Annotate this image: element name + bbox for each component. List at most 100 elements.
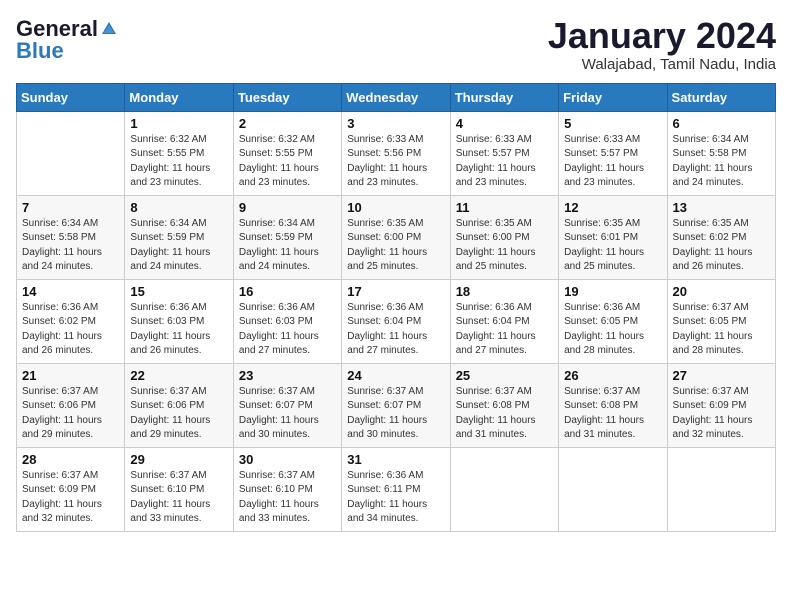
day-header-sunday: Sunday <box>17 83 125 111</box>
calendar-cell: 22Sunrise: 6:37 AM Sunset: 6:06 PM Dayli… <box>125 363 233 447</box>
day-info: Sunrise: 6:36 AM Sunset: 6:04 PM Dayligh… <box>347 301 444 359</box>
day-number: 19 <box>564 284 661 299</box>
day-number: 26 <box>564 368 661 383</box>
day-info: Sunrise: 6:34 AM Sunset: 5:59 PM Dayligh… <box>239 217 336 275</box>
day-info: Sunrise: 6:37 AM Sunset: 6:07 PM Dayligh… <box>347 385 444 443</box>
calendar-cell <box>559 447 667 531</box>
calendar-week-5: 28 Sunrise: 6:37 AM Sunset: 6:09 PM Dayli… <box>17 447 776 531</box>
calendar-cell: 9 Sunrise: 6:34 AM Sunset: 5:59 PM Daylig… <box>233 195 341 279</box>
day-number: 16 <box>239 284 336 299</box>
calendar-cell: 24 Sunrise: 6:37 AM Sunset: 6:07 PM Dayli… <box>342 363 450 447</box>
calendar-cell: 30Sunrise: 6:37 AM Sunset: 6:10 PM Dayli… <box>233 447 341 531</box>
day-number: 13 <box>673 200 770 215</box>
day-info: Sunrise: 6:36 AM Sunset: 6:02 PM Dayligh… <box>22 301 119 359</box>
day-number: 17 <box>347 284 444 299</box>
calendar-cell: 26 Sunrise: 6:37 AM Sunset: 6:08 PM Dayli… <box>559 363 667 447</box>
day-number: 21 <box>22 368 119 383</box>
calendar-cell: 13 Sunrise: 6:35 AM Sunset: 6:02 PM Dayli… <box>667 195 775 279</box>
calendar-cell: 17 Sunrise: 6:36 AM Sunset: 6:04 PM Dayli… <box>342 279 450 363</box>
day-info: Sunrise: 6:36 AM Sunset: 6:05 PM Dayligh… <box>564 301 661 359</box>
calendar-cell: 2 Sunrise: 6:32 AM Sunset: 5:55 PM Daylig… <box>233 111 341 195</box>
calendar-week-3: 14 Sunrise: 6:36 AM Sunset: 6:02 PM Dayli… <box>17 279 776 363</box>
day-info: Sunrise: 6:33 AM Sunset: 5:57 PM Dayligh… <box>564 133 661 191</box>
calendar-cell: 1 Sunrise: 6:32 AM Sunset: 5:55 PM Daylig… <box>125 111 233 195</box>
calendar-cell: 12Sunrise: 6:35 AM Sunset: 6:01 PM Dayli… <box>559 195 667 279</box>
day-info: Sunrise: 6:34 AM Sunset: 5:58 PM Dayligh… <box>673 133 770 191</box>
calendar-cell: 25 Sunrise: 6:37 AM Sunset: 6:08 PM Dayli… <box>450 363 558 447</box>
day-number: 3 <box>347 116 444 131</box>
day-info: Sunrise: 6:37 AM Sunset: 6:06 PM Dayligh… <box>130 385 227 443</box>
day-number: 10 <box>347 200 444 215</box>
day-info: Sunrise: 6:34 AM Sunset: 5:59 PM Dayligh… <box>130 217 227 275</box>
calendar-cell: 23 Sunrise: 6:37 AM Sunset: 6:07 PM Dayli… <box>233 363 341 447</box>
day-info: Sunrise: 6:36 AM Sunset: 6:03 PM Dayligh… <box>130 301 227 359</box>
month-title: January 2024 <box>548 16 776 56</box>
day-info: Sunrise: 6:36 AM Sunset: 6:11 PM Dayligh… <box>347 469 444 527</box>
day-header-friday: Friday <box>559 83 667 111</box>
calendar-cell: 28 Sunrise: 6:37 AM Sunset: 6:09 PM Dayli… <box>17 447 125 531</box>
day-info: Sunrise: 6:37 AM Sunset: 6:07 PM Dayligh… <box>239 385 336 443</box>
day-header-monday: Monday <box>125 83 233 111</box>
day-number: 14 <box>22 284 119 299</box>
day-info: Sunrise: 6:34 AM Sunset: 5:58 PM Dayligh… <box>22 217 119 275</box>
logo: General Blue <box>16 16 118 64</box>
day-number: 7 <box>22 200 119 215</box>
day-info: Sunrise: 6:33 AM Sunset: 5:56 PM Dayligh… <box>347 133 444 191</box>
day-info: Sunrise: 6:35 AM Sunset: 6:01 PM Dayligh… <box>564 217 661 275</box>
calendar-cell: 6Sunrise: 6:34 AM Sunset: 5:58 PM Daylig… <box>667 111 775 195</box>
day-number: 8 <box>130 200 227 215</box>
calendar-cell <box>450 447 558 531</box>
calendar-body: 1 Sunrise: 6:32 AM Sunset: 5:55 PM Daylig… <box>17 111 776 531</box>
day-info: Sunrise: 6:37 AM Sunset: 6:08 PM Dayligh… <box>564 385 661 443</box>
day-info: Sunrise: 6:37 AM Sunset: 6:09 PM Dayligh… <box>673 385 770 443</box>
calendar-cell <box>17 111 125 195</box>
day-info: Sunrise: 6:36 AM Sunset: 6:04 PM Dayligh… <box>456 301 553 359</box>
day-info: Sunrise: 6:35 AM Sunset: 6:00 PM Dayligh… <box>347 217 444 275</box>
calendar-cell: 29Sunrise: 6:37 AM Sunset: 6:10 PM Dayli… <box>125 447 233 531</box>
calendar-cell: 3 Sunrise: 6:33 AM Sunset: 5:56 PM Daylig… <box>342 111 450 195</box>
calendar-cell: 14 Sunrise: 6:36 AM Sunset: 6:02 PM Dayli… <box>17 279 125 363</box>
day-info: Sunrise: 6:37 AM Sunset: 6:10 PM Dayligh… <box>130 469 227 527</box>
calendar-cell: 31 Sunrise: 6:36 AM Sunset: 6:11 PM Dayli… <box>342 447 450 531</box>
calendar-cell: 5 Sunrise: 6:33 AM Sunset: 5:57 PM Daylig… <box>559 111 667 195</box>
day-number: 23 <box>239 368 336 383</box>
day-number: 4 <box>456 116 553 131</box>
calendar-header-row: SundayMondayTuesdayWednesdayThursdayFrid… <box>17 83 776 111</box>
day-header-thursday: Thursday <box>450 83 558 111</box>
day-info: Sunrise: 6:37 AM Sunset: 6:08 PM Dayligh… <box>456 385 553 443</box>
day-number: 27 <box>673 368 770 383</box>
day-number: 1 <box>130 116 227 131</box>
day-number: 18 <box>456 284 553 299</box>
day-info: Sunrise: 6:37 AM Sunset: 6:10 PM Dayligh… <box>239 469 336 527</box>
day-info: Sunrise: 6:35 AM Sunset: 6:00 PM Dayligh… <box>456 217 553 275</box>
calendar-cell: 27 Sunrise: 6:37 AM Sunset: 6:09 PM Dayli… <box>667 363 775 447</box>
day-info: Sunrise: 6:35 AM Sunset: 6:02 PM Dayligh… <box>673 217 770 275</box>
day-number: 31 <box>347 452 444 467</box>
day-header-saturday: Saturday <box>667 83 775 111</box>
day-info: Sunrise: 6:37 AM Sunset: 6:05 PM Dayligh… <box>673 301 770 359</box>
day-info: Sunrise: 6:37 AM Sunset: 6:09 PM Dayligh… <box>22 469 119 527</box>
calendar-cell: 7 Sunrise: 6:34 AM Sunset: 5:58 PM Daylig… <box>17 195 125 279</box>
day-number: 28 <box>22 452 119 467</box>
calendar-cell: 21 Sunrise: 6:37 AM Sunset: 6:06 PM Dayli… <box>17 363 125 447</box>
calendar-week-2: 7 Sunrise: 6:34 AM Sunset: 5:58 PM Daylig… <box>17 195 776 279</box>
logo-blue: Blue <box>16 38 64 64</box>
day-number: 2 <box>239 116 336 131</box>
calendar-cell: 15Sunrise: 6:36 AM Sunset: 6:03 PM Dayli… <box>125 279 233 363</box>
day-info: Sunrise: 6:37 AM Sunset: 6:06 PM Dayligh… <box>22 385 119 443</box>
day-number: 9 <box>239 200 336 215</box>
calendar-table: SundayMondayTuesdayWednesdayThursdayFrid… <box>16 83 776 532</box>
day-info: Sunrise: 6:32 AM Sunset: 5:55 PM Dayligh… <box>130 133 227 191</box>
day-number: 25 <box>456 368 553 383</box>
day-number: 11 <box>456 200 553 215</box>
day-number: 5 <box>564 116 661 131</box>
calendar-cell <box>667 447 775 531</box>
calendar-cell: 20 Sunrise: 6:37 AM Sunset: 6:05 PM Dayli… <box>667 279 775 363</box>
day-info: Sunrise: 6:32 AM Sunset: 5:55 PM Dayligh… <box>239 133 336 191</box>
calendar-cell: 16Sunrise: 6:36 AM Sunset: 6:03 PM Dayli… <box>233 279 341 363</box>
day-header-wednesday: Wednesday <box>342 83 450 111</box>
day-number: 24 <box>347 368 444 383</box>
title-area: January 2024 Walajabad, Tamil Nadu, Indi… <box>548 16 776 73</box>
day-number: 20 <box>673 284 770 299</box>
page-header: General Blue January 2024 Walajabad, Tam… <box>16 16 776 73</box>
